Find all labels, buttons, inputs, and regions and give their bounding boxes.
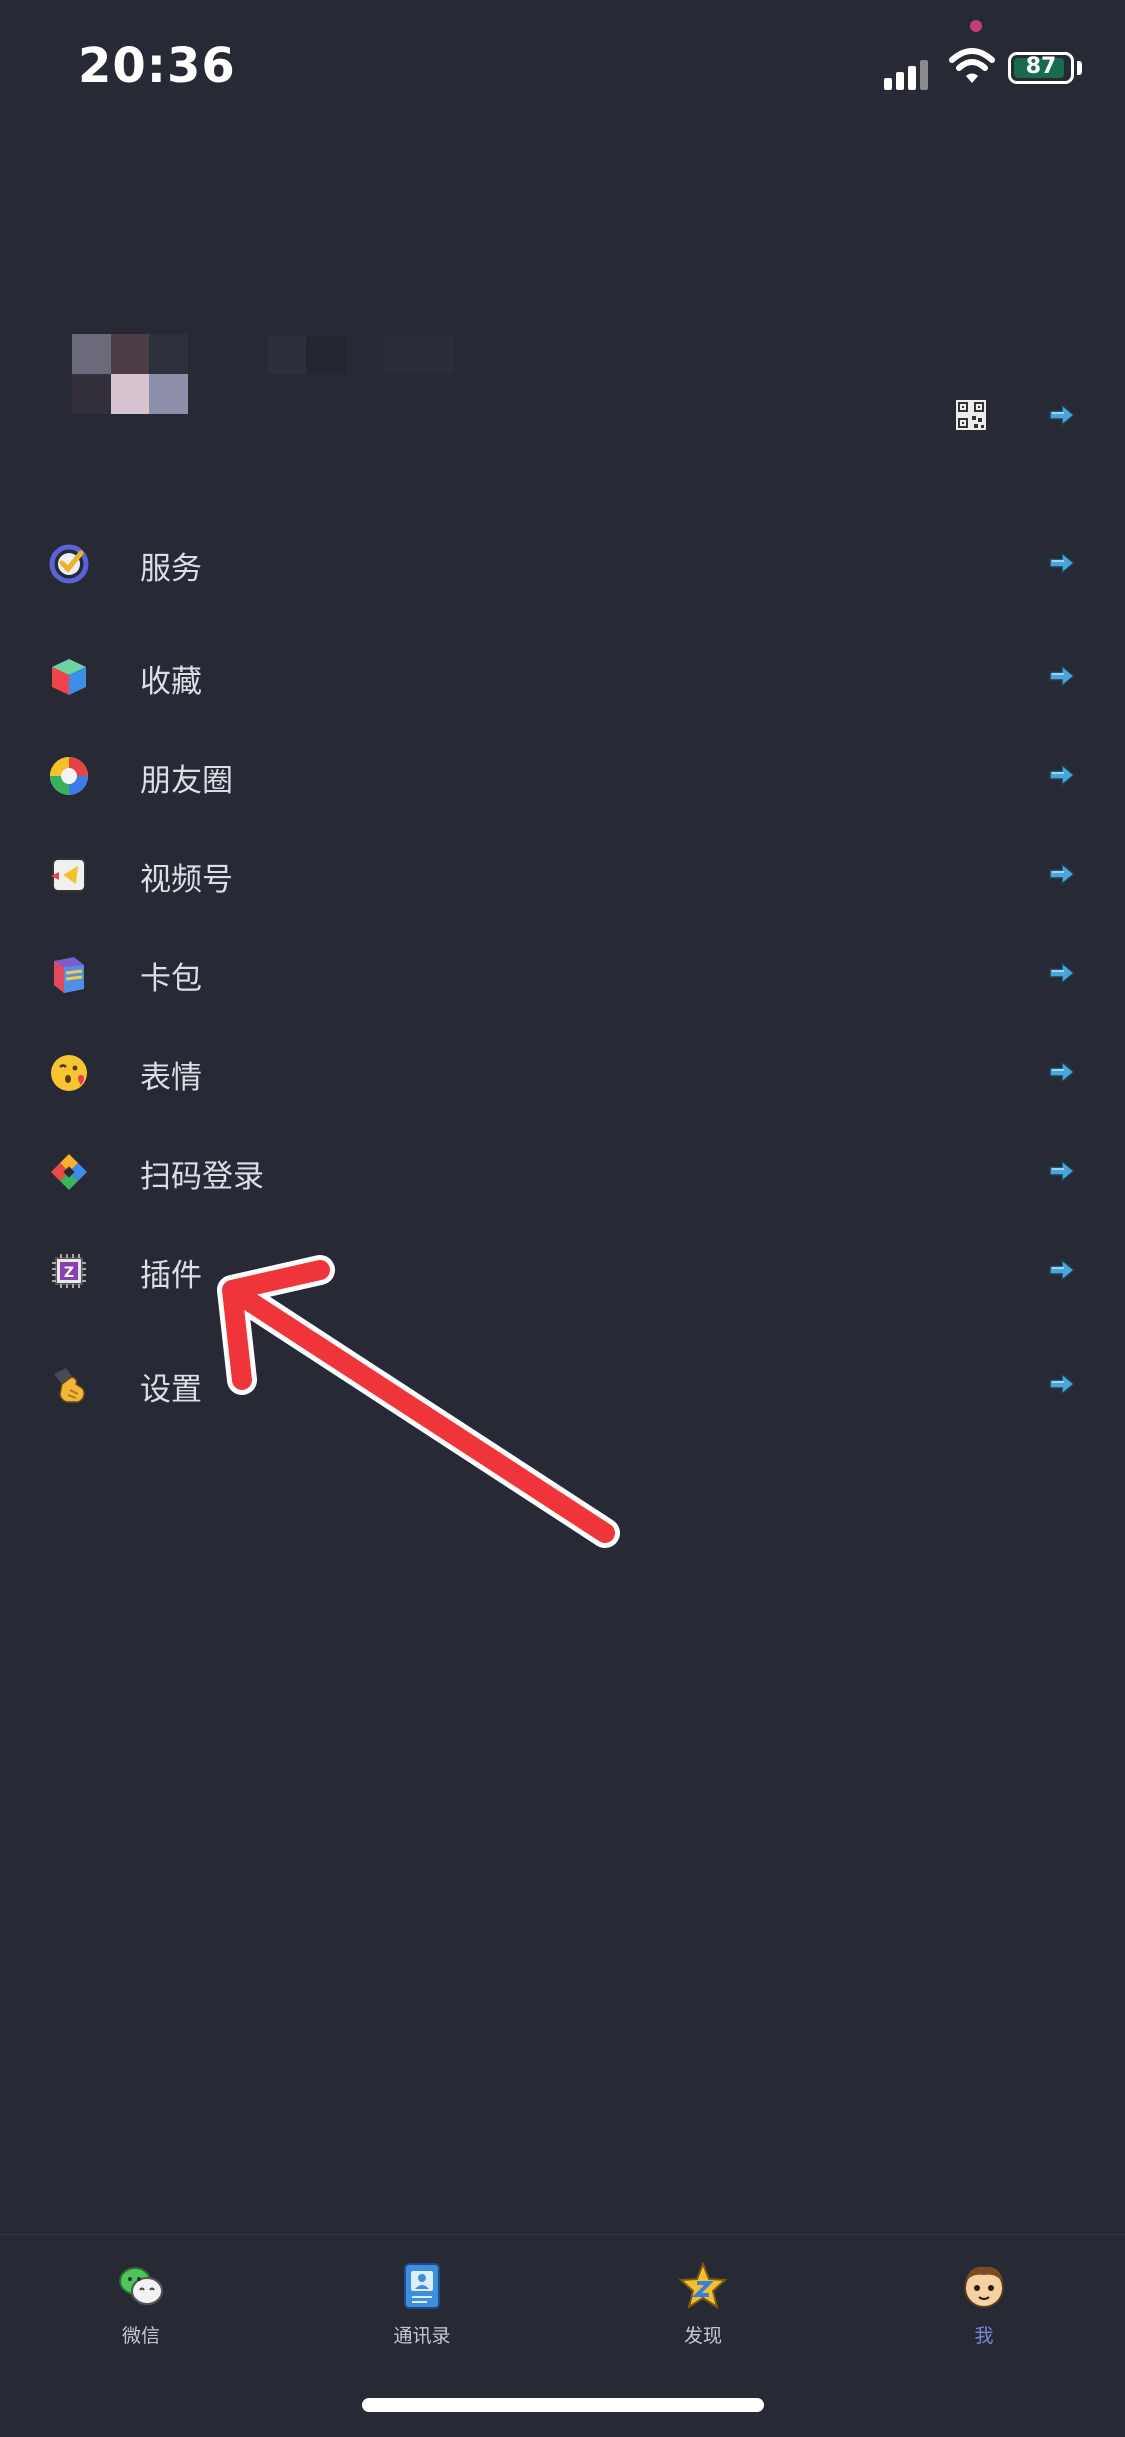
favorites-cube-icon: [52, 659, 86, 695]
settings-hand-icon: [54, 1368, 85, 1403]
tab-contacts[interactable]: 通讯录: [352, 2261, 492, 2371]
menu-item-moments[interactable]: 朋友圈: [0, 727, 1125, 823]
tab-discover[interactable]: 发现: [633, 2261, 773, 2371]
plugin-chip-icon: Z: [52, 1254, 86, 1288]
chevron-right-icon: [1049, 1160, 1076, 1182]
battery-level: 87: [1025, 54, 1057, 79]
battery-icon: 87: [1008, 52, 1074, 84]
channels-icon: [51, 858, 86, 892]
wifi-icon: [949, 48, 995, 83]
menu-item-plugins[interactable]: Z 插件: [0, 1222, 1125, 1318]
menu-item-label: 收藏: [140, 664, 202, 700]
chats-bubble-icon: [119, 2267, 163, 2305]
sticker-emoji-icon: [51, 1055, 87, 1091]
menu-item-label: 卡包: [140, 961, 202, 997]
profile-name-blur: [306, 336, 346, 374]
moments-icon: [50, 757, 88, 795]
me-avatar-icon: [964, 2266, 1004, 2308]
menu-item-label: 扫码登录: [140, 1159, 264, 1195]
privacy-indicator-dot: [970, 20, 982, 32]
scan-login-icon: [51, 1154, 87, 1190]
menu-item-channels[interactable]: 视频号: [0, 826, 1125, 922]
contacts-book-icon: [404, 2263, 440, 2309]
discover-star-icon: [678, 2261, 728, 2310]
chevron-right-icon: [1049, 764, 1076, 786]
menu-item-settings[interactable]: 设置: [0, 1336, 1125, 1432]
avatar[interactable]: [72, 334, 188, 414]
menu-item-service[interactable]: 服务: [0, 515, 1125, 611]
menu-item-label: 朋友圈: [140, 763, 233, 799]
card-wallet-icon: [54, 957, 84, 993]
chevron-right-icon: [1049, 665, 1076, 687]
chevron-right-icon: [1049, 863, 1076, 885]
profile-name-blur: [384, 336, 454, 374]
menu-item-label: 视频号: [140, 862, 233, 898]
home-indicator[interactable]: [362, 2398, 764, 2412]
menu-item-card-wallet[interactable]: 卡包: [0, 925, 1125, 1021]
chevron-right-icon: [1049, 404, 1076, 426]
service-icon: [49, 544, 89, 584]
tab-label: 我: [974, 2325, 994, 2347]
tab-label: 发现: [683, 2325, 722, 2347]
qr-code-icon[interactable]: [956, 400, 986, 430]
menu-item-label: 表情: [140, 1060, 202, 1096]
status-time: 20:36: [78, 38, 236, 94]
chevron-right-icon: [1049, 1061, 1076, 1083]
menu-item-stickers[interactable]: 表情: [0, 1024, 1125, 1120]
chevron-right-icon: [1049, 962, 1076, 984]
menu-item-favorites[interactable]: 收藏: [0, 628, 1125, 724]
tab-label: 通讯录: [393, 2325, 451, 2347]
tab-chats[interactable]: 微信: [71, 2261, 211, 2371]
menu-item-label: 插件: [140, 1258, 202, 1294]
tab-label: 微信: [121, 2325, 160, 2347]
chevron-right-icon: [1049, 552, 1076, 574]
menu-item-label: 服务: [140, 551, 202, 587]
chevron-right-icon: [1049, 1373, 1076, 1395]
cellular-signal-icon: [884, 50, 934, 90]
menu-item-scan-login[interactable]: 扫码登录: [0, 1123, 1125, 1219]
battery-cap: [1077, 61, 1082, 75]
svg-text:Z: Z: [64, 1265, 74, 1281]
menu-item-label: 设置: [140, 1372, 202, 1408]
tab-me[interactable]: 我: [914, 2261, 1054, 2371]
status-bar: 20:36 87: [0, 0, 1125, 130]
chevron-right-icon: [1049, 1259, 1076, 1281]
